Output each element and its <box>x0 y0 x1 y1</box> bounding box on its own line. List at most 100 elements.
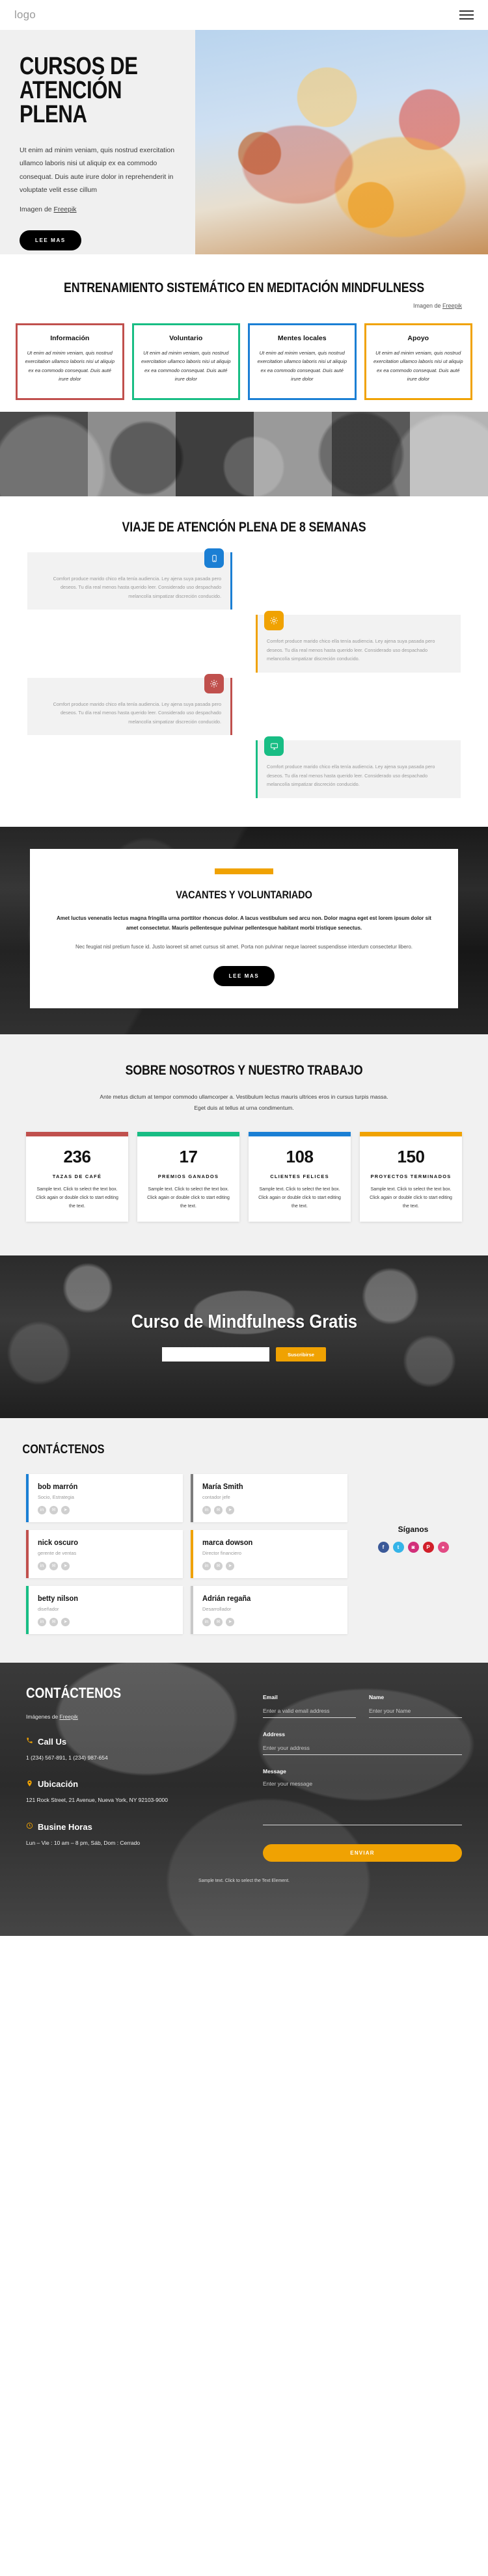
stat-text: Sample text. Click to select the text bo… <box>370 1187 452 1209</box>
hero-read-more-button[interactable]: LEE MAS <box>20 230 81 251</box>
email-icon[interactable]: ✉ <box>49 1617 58 1626</box>
stat-label: CLIENTES FELICES <box>270 1173 329 1179</box>
footer-email-input[interactable] <box>263 1705 356 1718</box>
journey-item-text: Comfort produce marido chico ella tenía … <box>53 701 221 725</box>
linkedin-icon[interactable]: in <box>38 1617 46 1626</box>
training-card[interactable]: Apoyo Ut enim ad minim veniam, quis nost… <box>364 323 472 400</box>
team-member-socials: in ✉ ➤ <box>38 1505 175 1514</box>
free-course-email-input[interactable] <box>162 1347 270 1362</box>
hero-image-credit: Imagen de Freepik <box>20 206 178 213</box>
journey-row: Comfort produce marido chico ella tenía … <box>27 673 461 736</box>
footer-message-input[interactable] <box>263 1778 462 1825</box>
email-icon[interactable]: ✉ <box>214 1561 223 1570</box>
footer-name-input[interactable] <box>369 1705 462 1718</box>
team-member-name: nick oscuro <box>38 1537 78 1547</box>
telegram-icon[interactable]: ➤ <box>226 1617 234 1626</box>
footer-address-input[interactable] <box>263 1742 462 1755</box>
stat-card-accent <box>137 1131 239 1136</box>
free-course-title: Curso de Mindfulness Gratis <box>131 1311 357 1333</box>
linkedin-icon[interactable]: in <box>38 1561 46 1570</box>
footer-credit-link[interactable]: Freepik <box>60 1713 78 1720</box>
facebook-icon[interactable]: f <box>377 1541 389 1553</box>
linkedin-icon[interactable]: in <box>202 1561 211 1570</box>
instagram-icon[interactable]: ◙ <box>407 1541 419 1553</box>
team-member-card[interactable]: betty nilson diseñador in ✉ ➤ <box>26 1585 183 1634</box>
free-course-subscribe-button[interactable]: Suscribirse <box>276 1347 326 1362</box>
team-member-name: marca dowson <box>202 1537 253 1547</box>
training-card[interactable]: Información Ut enim ad minim veniam, qui… <box>16 323 124 400</box>
email-icon[interactable]: ✉ <box>214 1505 223 1514</box>
journey-row: Comfort produce marido chico ella tenía … <box>27 611 461 673</box>
vacancies-lead: Amet luctus venenatis lectus magna fring… <box>57 915 431 931</box>
hero-credit-link[interactable]: Freepik <box>54 206 77 213</box>
stat-number: 17 <box>179 1146 198 1166</box>
journey-item[interactable]: Comfort produce marido chico ella tenía … <box>27 673 232 736</box>
telegram-icon[interactable]: ➤ <box>61 1617 70 1626</box>
team-member-role: Socio, Estrategia <box>38 1494 74 1500</box>
stat-number: 236 <box>63 1146 91 1166</box>
pinterest-icon[interactable]: P <box>422 1541 434 1553</box>
telegram-icon[interactable]: ➤ <box>226 1505 234 1514</box>
settings-icon <box>204 673 224 693</box>
stat-card[interactable]: 150 PROYECTOS TERMINADOS Sample text. Cl… <box>360 1131 462 1222</box>
team-wrap: bob marrón Socio, Estrategia in ✉ ➤ Marí… <box>0 1457 488 1634</box>
team-member-card[interactable]: bob marrón Socio, Estrategia in ✉ ➤ <box>26 1473 183 1522</box>
team-member-socials: in ✉ ➤ <box>202 1561 340 1570</box>
footer-submit-button[interactable]: ENVIAR <box>263 1844 462 1862</box>
training-card-title: Apoyo <box>407 334 429 342</box>
stat-card[interactable]: 17 PREMIOS GANADOS Sample text. Click to… <box>137 1131 239 1222</box>
journey-item[interactable]: Comfort produce marido chico ella tenía … <box>256 736 461 798</box>
stat-card-accent <box>26 1131 128 1136</box>
vacancies-card: VACANTES Y VOLUNTARIADO Amet luctus vene… <box>30 848 458 1009</box>
footer-call-title: Call Us <box>38 1736 67 1747</box>
stat-text: Sample text. Click to select the text bo… <box>36 1187 118 1209</box>
journey-item[interactable]: Comfort produce marido chico ella tenía … <box>256 611 461 673</box>
email-icon[interactable]: ✉ <box>49 1505 58 1514</box>
email-icon[interactable]: ✉ <box>214 1617 223 1626</box>
team-member-card[interactable]: María Smith contador jefe in ✉ ➤ <box>191 1473 347 1522</box>
vacancies-read-more-button[interactable]: LEE MAS <box>213 966 275 987</box>
team-section: CONTÁCTENOS bob marrón Socio, Estrategia… <box>0 1417 488 1663</box>
location-pin-icon <box>26 1780 33 1789</box>
stats-title: SOBRE NOSOTROS Y NUESTRO TRABAJO <box>125 1063 363 1079</box>
site-logo[interactable]: logo <box>14 8 36 21</box>
training-photo-strip <box>0 412 488 496</box>
team-member-name: María Smith <box>202 1481 243 1491</box>
hero-section: CURSOS DE ATENCIÓN PLENA Ut enim ad mini… <box>0 30 488 254</box>
telegram-icon[interactable]: ➤ <box>226 1561 234 1570</box>
footer-call-block: Call Us 1 (234) 567-891, 1 (234) 987-654 <box>26 1737 241 1762</box>
page-root: logo CURSOS DE ATENCIÓN PLENA Ut enim ad… <box>0 0 488 1936</box>
dribbble-icon[interactable]: ● <box>437 1541 449 1553</box>
journey-title: VIAJE DE ATENCIÓN PLENA DE 8 SEMANAS <box>122 520 366 535</box>
telegram-icon[interactable]: ➤ <box>61 1505 70 1514</box>
linkedin-icon[interactable]: in <box>202 1505 211 1514</box>
stat-text: Sample text. Click to select the text bo… <box>258 1187 341 1209</box>
team-title: CONTÁCTENOS <box>22 1442 105 1456</box>
hamburger-menu-icon[interactable] <box>459 10 474 20</box>
journey-item-text: Comfort produce marido chico ella tenía … <box>267 764 435 788</box>
footer-bottom-note: Sample text. Click to select the Text El… <box>198 1878 290 1883</box>
clock-icon <box>26 1822 33 1831</box>
stat-card[interactable]: 236 TAZAS DE CAFÉ Sample text. Click to … <box>26 1131 128 1222</box>
team-member-card[interactable]: marca dowson Director financiero in ✉ ➤ <box>191 1529 347 1578</box>
footer-location-title: Ubicación <box>38 1779 79 1790</box>
email-icon[interactable]: ✉ <box>49 1561 58 1570</box>
training-card[interactable]: Voluntario Ut enim ad minim veniam, quis… <box>131 323 240 400</box>
stat-card-accent <box>360 1131 462 1136</box>
journey-row: Comfort produce marido chico ella tenía … <box>27 736 461 798</box>
journey-section: VIAJE DE ATENCIÓN PLENA DE 8 SEMANAS Com… <box>0 496 488 827</box>
stat-card[interactable]: 108 CLIENTES FELICES Sample text. Click … <box>249 1131 351 1222</box>
telegram-icon[interactable]: ➤ <box>61 1561 70 1570</box>
twitter-icon[interactable]: t <box>392 1541 404 1553</box>
training-credit-link[interactable]: Freepik <box>442 302 462 309</box>
journey-item[interactable]: Comfort produce marido chico ella tenía … <box>27 548 232 610</box>
team-member-role: Director financiero <box>202 1550 241 1556</box>
training-card[interactable]: Mentes locales Ut enim ad minim veniam, … <box>248 323 357 400</box>
linkedin-icon[interactable]: in <box>38 1505 46 1514</box>
team-member-name: bob marrón <box>38 1481 78 1491</box>
team-member-card[interactable]: Adrián regaña Desarrollador in ✉ ➤ <box>191 1585 347 1634</box>
training-cards: Información Ut enim ad minim veniam, qui… <box>0 309 488 400</box>
footer-location-head: Ubicación <box>26 1779 241 1789</box>
team-member-card[interactable]: nick oscuro gerente de ventas in ✉ ➤ <box>26 1529 183 1578</box>
linkedin-icon[interactable]: in <box>202 1617 211 1626</box>
